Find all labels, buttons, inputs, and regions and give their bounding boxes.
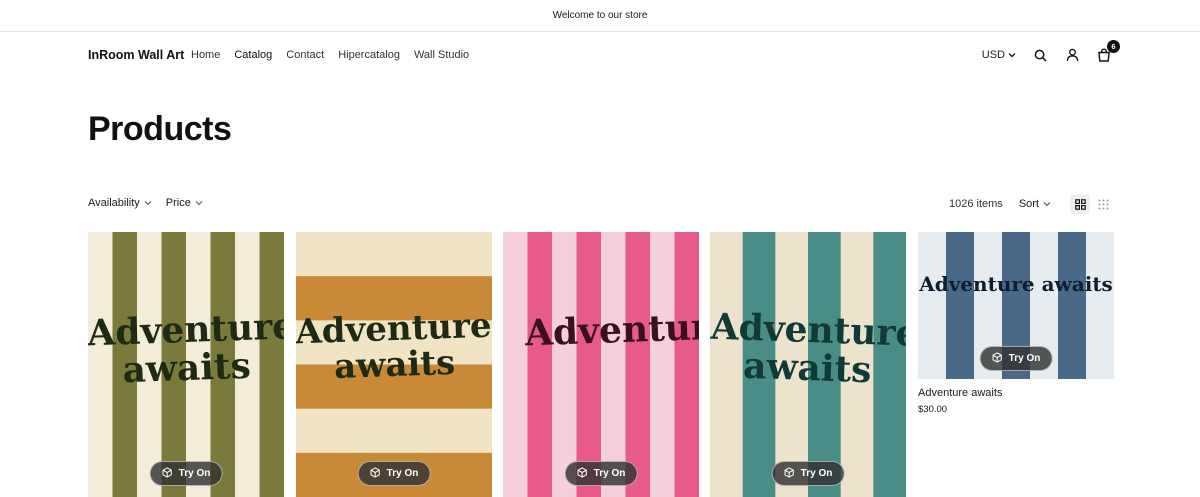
poster-stripe [576, 232, 601, 497]
chevron-down-icon [195, 197, 203, 209]
poster-text: Adventure awaits [710, 305, 906, 392]
site-header: InRoom Wall Art Home Catalog Contact Hip… [0, 32, 1200, 78]
main-nav: Home Catalog Contact Hipercatalog Wall S… [191, 49, 469, 61]
chevron-down-icon [1008, 49, 1016, 61]
product-card[interactable]: Adventure awaits Try On Adventure awaits… [918, 232, 1114, 415]
try-on-button[interactable]: Try On [357, 461, 431, 486]
availability-label: Availability [88, 197, 140, 209]
account-icon[interactable] [1064, 47, 1080, 63]
poster-text: Adventure awaits [524, 300, 699, 355]
chevron-down-icon [144, 197, 152, 209]
product-title[interactable]: Adventure awaits [918, 387, 1114, 399]
cube-icon [784, 466, 795, 481]
currency-selector[interactable]: USD [982, 49, 1016, 61]
poster-text: Adventure awaits [296, 305, 492, 387]
try-on-label: Try On [178, 468, 211, 479]
header-actions: USD 6 [982, 40, 1120, 66]
nav-catalog[interactable]: Catalog [234, 49, 272, 61]
grid-small-view-icon[interactable] [1093, 194, 1113, 214]
announcement-bar: Welcome to our store [0, 0, 1200, 32]
product-price: $30.00 [918, 404, 948, 415]
poster-stripe [946, 232, 974, 379]
try-on-label: Try On [386, 468, 419, 479]
cube-icon [370, 466, 381, 481]
try-on-button[interactable]: Try On [771, 461, 845, 486]
nav-contact[interactable]: Contact [286, 49, 324, 61]
poster-stripe [527, 232, 552, 497]
page-title: Products [88, 110, 232, 148]
product-image[interactable]: Adventure awaits Try On [918, 232, 1114, 379]
try-on-button[interactable]: Try On [979, 346, 1053, 371]
try-on-label: Try On [1008, 353, 1041, 364]
cart-count-badge: 6 [1107, 40, 1120, 53]
announcement-text: Welcome to our store [552, 10, 648, 21]
brand-logo[interactable]: InRoom Wall Art [88, 48, 184, 62]
price-label: Price [165, 197, 191, 209]
grid-large-view-icon[interactable] [1070, 194, 1090, 214]
product-image[interactable]: Adventure awaits Try On [710, 232, 906, 497]
cube-icon [162, 466, 173, 481]
product-card[interactable]: Adventure awaits Try On [296, 232, 492, 497]
currency-label: USD [981, 49, 1005, 61]
try-on-label: Try On [800, 468, 833, 479]
poster-stripe [625, 232, 650, 497]
filter-bar: Availability Price [88, 197, 203, 209]
poster-text: Adventure awaits [88, 305, 284, 392]
cart-icon[interactable]: 6 [1096, 40, 1120, 63]
nav-hipercatalog[interactable]: Hipercatalog [338, 49, 400, 61]
product-card[interactable]: Adventure awaits Try On [503, 232, 699, 497]
availability-filter[interactable]: Availability [88, 197, 152, 209]
try-on-button[interactable]: Try On [564, 461, 638, 486]
cube-icon [992, 351, 1003, 366]
nav-wall-studio[interactable]: Wall Studio [414, 49, 469, 61]
product-card[interactable]: Adventure awaits Try On [88, 232, 284, 497]
price-filter[interactable]: Price [166, 197, 203, 209]
product-image[interactable]: Adventure awaits Try On [296, 232, 492, 497]
product-card[interactable]: Adventure awaits Try On [710, 232, 906, 497]
sort-label: Sort [1018, 198, 1039, 210]
listing-toolbar: 1026 items Sort [949, 193, 1113, 215]
product-image[interactable]: Adventure awaits Try On [88, 232, 284, 497]
cube-icon [577, 466, 588, 481]
poster-stripe [1058, 232, 1086, 379]
poster-stripes [503, 232, 699, 497]
nav-home[interactable]: Home [191, 49, 220, 61]
chevron-down-icon [1043, 198, 1051, 210]
search-icon[interactable] [1032, 47, 1048, 63]
product-image[interactable]: Adventure awaits Try On [503, 232, 699, 497]
sort-dropdown[interactable]: Sort [1019, 198, 1051, 210]
item-count: 1026 items [949, 198, 1003, 210]
try-on-label: Try On [593, 468, 626, 479]
try-on-button[interactable]: Try On [149, 461, 223, 486]
poster-stripe [674, 232, 699, 497]
poster-text: Adventure awaits [919, 272, 1113, 296]
